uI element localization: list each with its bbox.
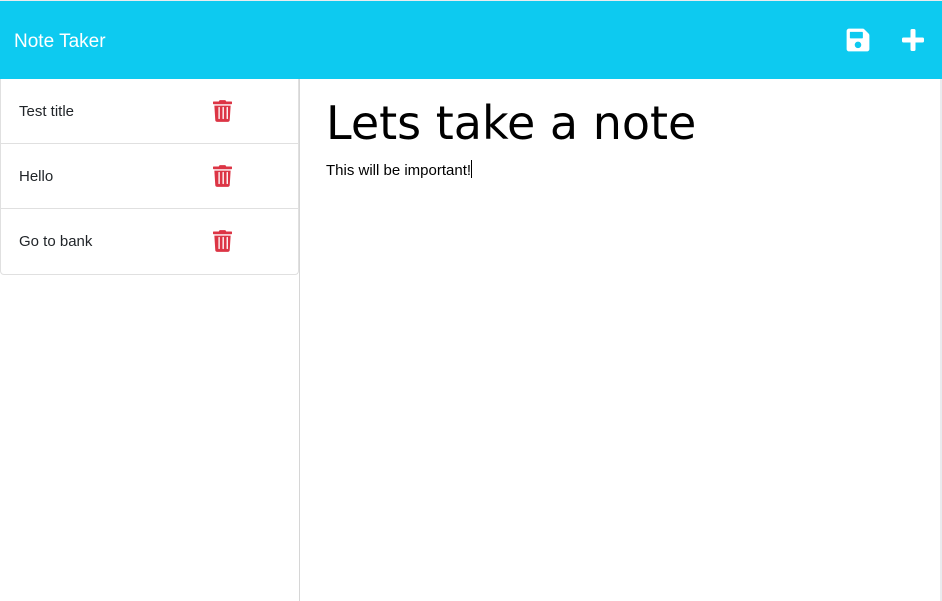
note-list-item[interactable]: Hello: [1, 144, 298, 209]
new-note-button[interactable]: [900, 27, 926, 53]
note-list-item[interactable]: Test title: [1, 79, 298, 144]
note-list-item[interactable]: Go to bank: [1, 209, 298, 274]
delete-note-button[interactable]: [213, 165, 232, 187]
note-title-input[interactable]: Lets take a note: [326, 95, 916, 151]
save-note-button[interactable]: [845, 27, 871, 53]
plus-icon: [902, 29, 924, 51]
delete-note-button[interactable]: [213, 100, 232, 122]
note-text: This will be important!: [326, 162, 472, 179]
note-text-area[interactable]: This will be important!: [326, 160, 916, 181]
note-title[interactable]: Go to bank: [19, 232, 92, 252]
trash-icon: [213, 100, 232, 122]
save-icon: [846, 28, 870, 52]
trash-icon: [213, 165, 232, 187]
note-editor: Lets take a note This will be important!: [300, 79, 940, 601]
note-taker-app: Note Taker Test title Hello Go to bank L…: [0, 0, 942, 601]
delete-note-button[interactable]: [213, 230, 232, 252]
navbar: Note Taker: [0, 0, 942, 79]
notes-sidebar: Test title Hello Go to bank: [0, 79, 300, 601]
app-title[interactable]: Note Taker: [14, 30, 106, 54]
note-list: Test title Hello Go to bank: [0, 79, 299, 275]
note-title[interactable]: Hello: [19, 167, 53, 187]
note-title[interactable]: Test title: [19, 102, 74, 122]
trash-icon: [213, 230, 232, 252]
text-cursor: [471, 160, 473, 178]
